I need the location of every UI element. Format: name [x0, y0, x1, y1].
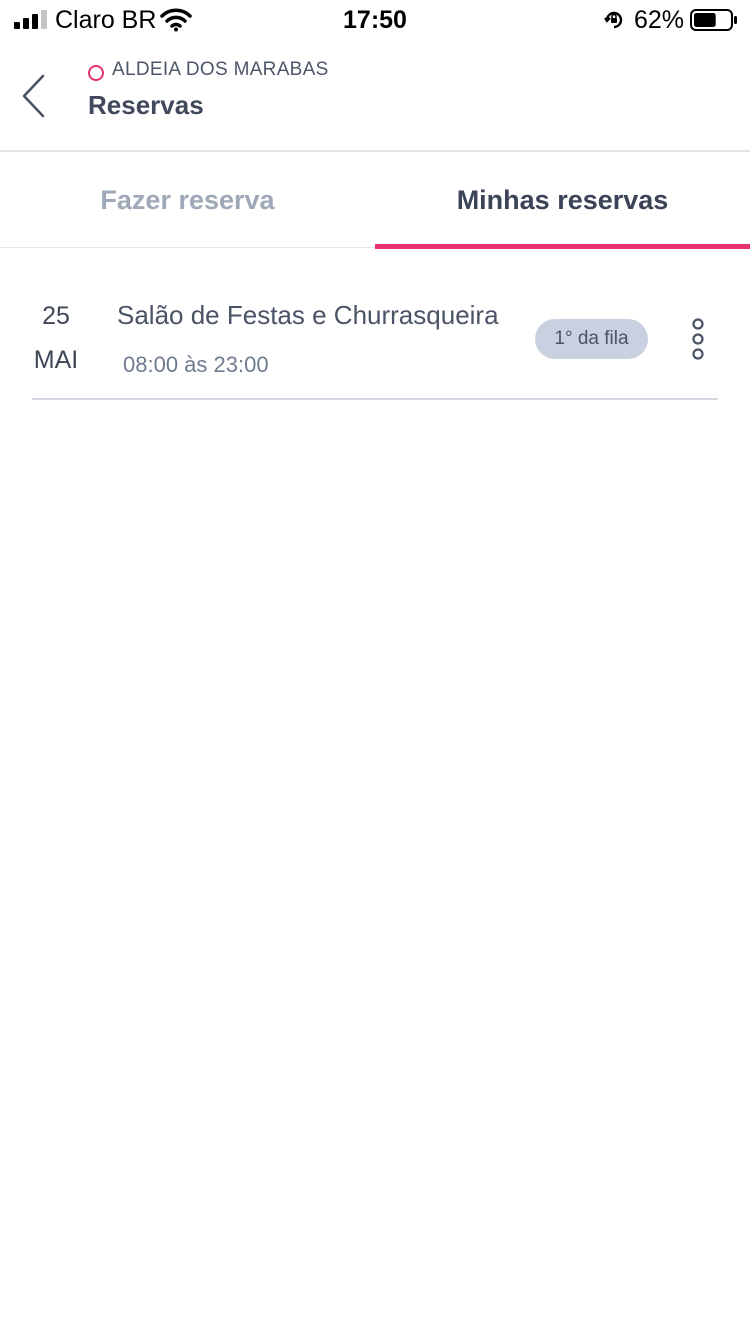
queue-position-badge: 1° da fila: [535, 319, 648, 359]
active-tab-indicator: [375, 244, 750, 249]
more-vertical-icon[interactable]: [688, 318, 708, 362]
back-chevron-icon[interactable]: [18, 74, 48, 118]
reservation-day: 25: [42, 302, 70, 330]
battery-icon: [690, 9, 737, 31]
orientation-lock-icon: [604, 11, 623, 29]
tab-fazer-reserva[interactable]: Fazer reserva: [0, 152, 375, 248]
header: ALDEIA DOS MARABAS Reservas: [0, 40, 750, 152]
reservation-item[interactable]: 25 MAI Salão de Festas e Churrasqueira 0…: [32, 290, 718, 400]
reservation-name: Salão de Festas e Churrasqueira: [117, 300, 499, 330]
page-title: Reservas: [88, 90, 204, 120]
tab-label: Fazer reserva: [100, 184, 275, 215]
org-circle-icon: [88, 65, 104, 81]
status-bar: Claro BR 17:50 62%: [0, 0, 750, 40]
tab-bar: Fazer reserva Minhas reservas: [0, 152, 750, 249]
org-name: ALDEIA DOS MARABAS: [112, 59, 329, 80]
reservation-month: MAI: [33, 346, 79, 374]
tab-label: Minhas reservas: [456, 184, 669, 215]
battery-percent: 62%: [634, 6, 685, 34]
reservation-hours: 08:00 às 23:00: [123, 352, 269, 377]
tab-minhas-reservas[interactable]: Minhas reservas: [375, 152, 750, 249]
